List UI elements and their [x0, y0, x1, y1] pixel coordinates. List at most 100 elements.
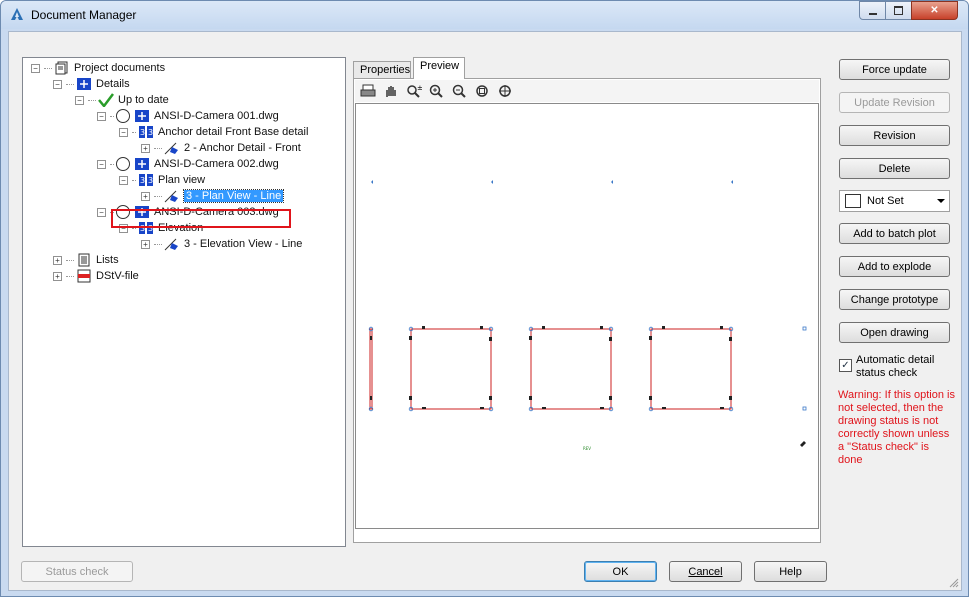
- resize-cursor-mark: [800, 441, 806, 447]
- collapse-icon[interactable]: −: [31, 63, 40, 73]
- add-to-explode-button[interactable]: Add to explode: [839, 256, 950, 277]
- print-button[interactable]: [358, 82, 378, 100]
- auto-status-check-option[interactable]: ✓ Automatic detail status check: [839, 354, 954, 380]
- zoom-window-button[interactable]: [496, 82, 516, 100]
- auto-status-label: Automatic detail status check: [856, 354, 935, 379]
- resize-grip-icon[interactable]: [949, 578, 959, 588]
- cancel-button[interactable]: Cancel: [669, 561, 742, 582]
- force-update-button[interactable]: Force update: [839, 59, 950, 80]
- expand-icon[interactable]: +: [53, 255, 62, 265]
- help-button[interactable]: Help: [754, 561, 827, 582]
- tree-node-up-to-date[interactable]: − Up to date: [75, 92, 169, 108]
- dialog-body: − Project documents − Details − Up to da…: [8, 31, 962, 591]
- drawing-icon: [135, 110, 149, 122]
- tree-node-camera-002[interactable]: − ANSI-D-Camera 002.dwg: [97, 156, 279, 172]
- expand-icon[interactable]: +: [53, 271, 62, 281]
- tree-node-dstv-file[interactable]: + DStV-file: [53, 268, 139, 284]
- zoom-extents-icon: [476, 85, 488, 97]
- zoom-in-button[interactable]: [427, 82, 447, 100]
- tree-node-details[interactable]: − Details: [53, 76, 130, 92]
- add-to-batch-plot-button[interactable]: Add to batch plot: [839, 223, 950, 244]
- zoom-out-icon: [452, 84, 466, 98]
- close-icon: ✕: [930, 5, 939, 16]
- color-swatch: [845, 194, 861, 208]
- minimize-icon: [868, 12, 877, 15]
- tab-panel: Properties Preview ±: [349, 57, 825, 545]
- cancel-label: Cancel: [688, 565, 723, 578]
- app-icon: [11, 8, 23, 20]
- tab-preview[interactable]: Preview: [413, 57, 465, 79]
- collapse-icon[interactable]: −: [75, 95, 84, 105]
- collapse-icon[interactable]: −: [53, 79, 62, 89]
- document-tree[interactable]: − Project documents − Details − Up to da…: [22, 57, 346, 547]
- revision-button[interactable]: Revision: [839, 125, 950, 146]
- chevron-down-icon: [937, 199, 945, 203]
- tree-node-label: Details: [96, 78, 130, 90]
- tree-node-plan-view-line[interactable]: + 3 - Plan View - Line: [141, 188, 285, 204]
- auto-status-checkbox[interactable]: ✓: [839, 359, 852, 372]
- ok-button[interactable]: OK: [584, 561, 657, 582]
- restore-icon: [894, 6, 903, 15]
- expand-icon[interactable]: +: [141, 239, 150, 249]
- zoom-extents-button[interactable]: [473, 82, 493, 100]
- collapse-icon[interactable]: −: [119, 127, 128, 137]
- close-button[interactable]: ✕: [911, 1, 958, 20]
- collapse-icon[interactable]: −: [97, 111, 106, 121]
- zoom-realtime-button[interactable]: ±: [404, 82, 424, 100]
- expand-icon[interactable]: +: [141, 143, 150, 153]
- status-check-button[interactable]: Status check: [21, 561, 133, 582]
- tree-node-label-selected: 3 - Plan View - Line: [182, 189, 285, 203]
- open-drawing-button[interactable]: Open drawing: [839, 322, 950, 343]
- tree-node-label: Project documents: [74, 62, 166, 74]
- collapse-icon[interactable]: −: [119, 175, 128, 185]
- document-manager-window: Document Manager ✕ − Project documents −…: [0, 0, 969, 597]
- preview-grips: [368, 326, 807, 412]
- expand-icon[interactable]: +: [141, 191, 150, 201]
- sheet-icon: 33: [139, 126, 153, 138]
- preview-marks: [371, 180, 733, 184]
- tree-node-plan-view[interactable]: − 33 Plan view: [119, 172, 205, 188]
- tree-node-project-documents[interactable]: − Project documents: [31, 60, 165, 76]
- warning-text: Warning: If this option is not selected,…: [838, 389, 955, 466]
- svg-text:3: 3: [140, 176, 145, 185]
- tree-node-elevation-line[interactable]: + 3 - Elevation View - Line: [141, 236, 302, 252]
- drawing-icon: [135, 158, 149, 170]
- tree-node-anchor-detail[interactable]: − 33 Anchor detail Front Base detail: [119, 124, 308, 140]
- preview-toolbar: ±: [355, 80, 819, 102]
- svg-text:3: 3: [140, 128, 145, 137]
- collapse-icon[interactable]: −: [97, 207, 106, 217]
- tree-node-camera-001[interactable]: − ANSI-D-Camera 001.dwg: [97, 108, 279, 124]
- preview-marker-text: REV: [583, 446, 591, 451]
- tree-node-label: 3 - Elevation View - Line: [184, 238, 303, 250]
- zoom-window-icon: [499, 85, 511, 97]
- preview-drawing: REV: [368, 180, 807, 451]
- collapse-icon[interactable]: −: [97, 159, 106, 169]
- zoom-in-icon: [429, 84, 443, 98]
- tree-node-anchor-front[interactable]: + 2 - Anchor Detail - Front: [141, 140, 301, 156]
- change-prototype-button[interactable]: Change prototype: [839, 289, 950, 310]
- tree-node-lists[interactable]: + Lists: [53, 252, 119, 268]
- svg-text:3: 3: [148, 128, 153, 137]
- delete-button[interactable]: Delete: [839, 158, 950, 179]
- update-revision-button[interactable]: Update Revision: [839, 92, 950, 113]
- tree-node-label: ANSI-D-Camera 002.dwg: [154, 158, 279, 170]
- zoom-realtime-icon: ±: [407, 84, 422, 98]
- sheet-icon: 33: [139, 174, 153, 186]
- status-select[interactable]: Not Set: [839, 190, 950, 212]
- tab-properties[interactable]: Properties: [353, 61, 411, 79]
- drawing-preview[interactable]: REV: [355, 103, 819, 529]
- view-icon: [164, 190, 178, 203]
- dstv-file-icon: [77, 269, 91, 283]
- pan-button[interactable]: [381, 82, 401, 100]
- pan-icon: [386, 86, 396, 97]
- zoom-out-button[interactable]: [450, 82, 470, 100]
- window-title: Document Manager: [31, 8, 137, 22]
- lists-icon: [78, 253, 90, 267]
- preview-frames: [369, 328, 732, 410]
- tree-node-label: Anchor detail Front Base detail: [158, 126, 309, 138]
- minimize-button[interactable]: [859, 1, 886, 20]
- maximize-button[interactable]: [885, 1, 912, 20]
- tree-node-label: ANSI-D-Camera 001.dwg: [154, 110, 279, 122]
- title-bar: Document Manager ✕: [1, 1, 968, 29]
- status-select-value: Not Set: [867, 195, 904, 207]
